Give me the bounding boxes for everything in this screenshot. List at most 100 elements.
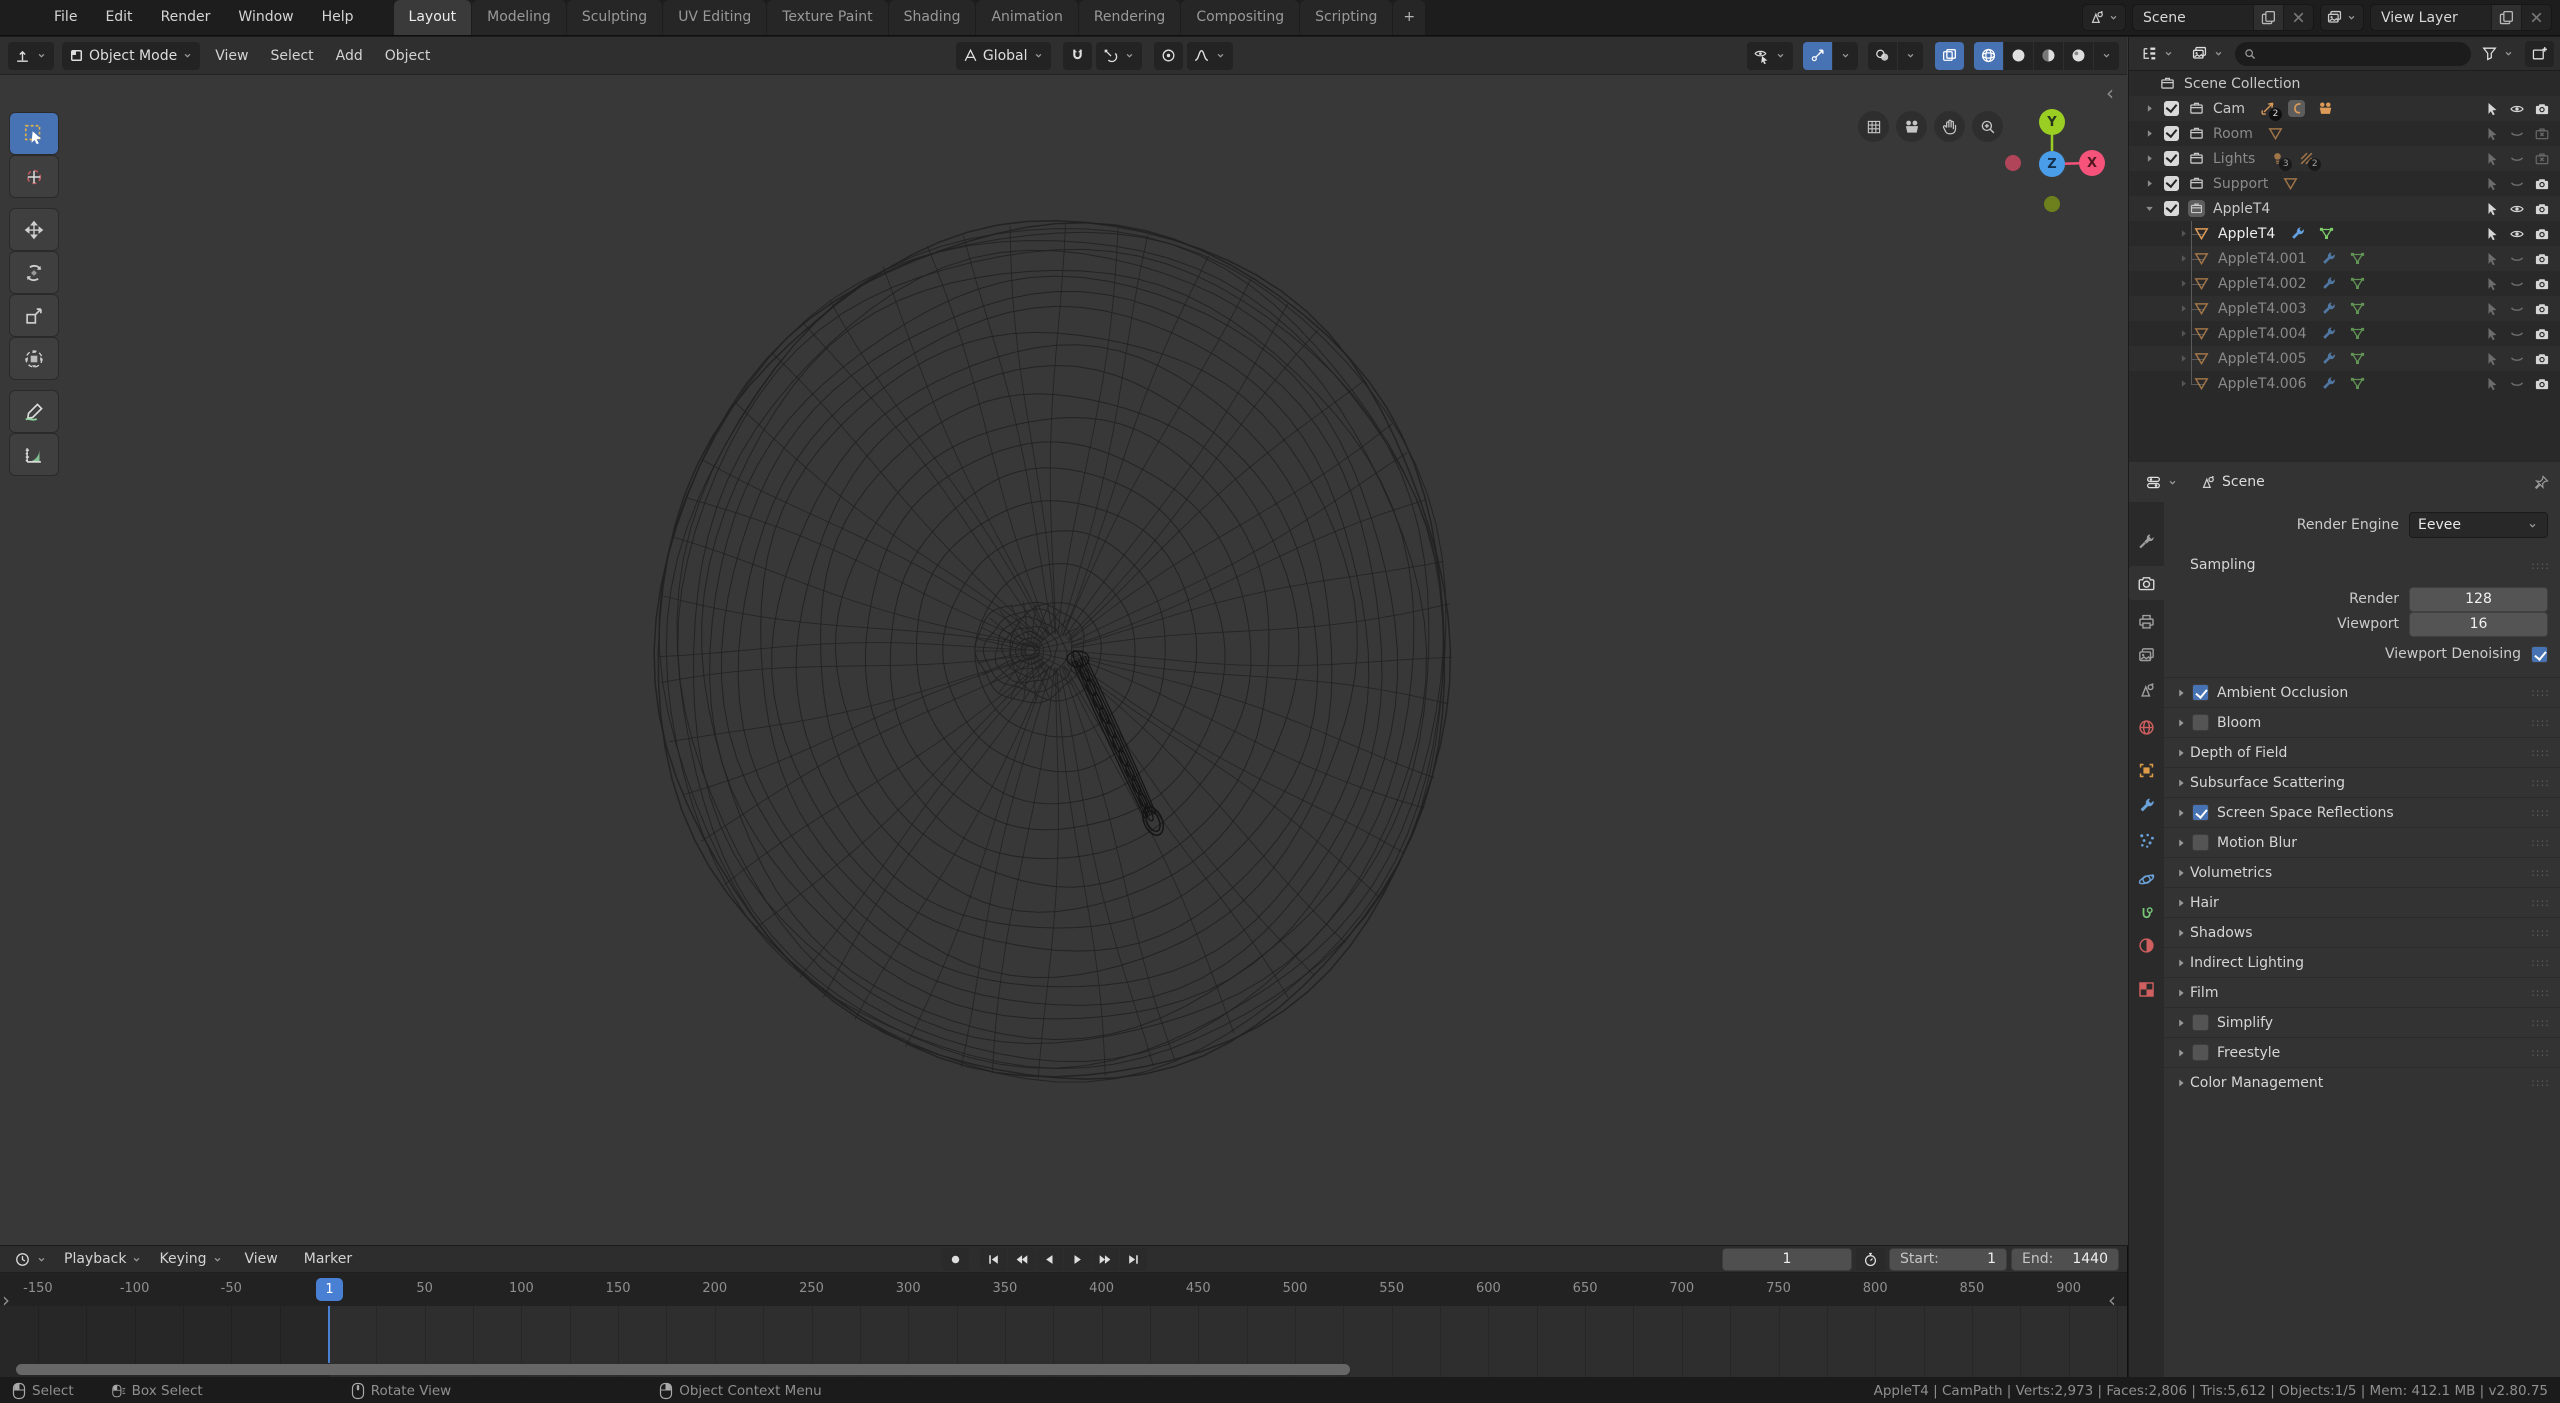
panel-checkbox[interactable] bbox=[2192, 834, 2209, 851]
outliner-row-applet4-006[interactable]: AppleT4.006 bbox=[2129, 371, 2560, 396]
panel-grip-icon[interactable]: :::: bbox=[2531, 926, 2550, 939]
disable-render-toggle[interactable] bbox=[2534, 326, 2550, 342]
shading-wireframe-button[interactable] bbox=[1974, 42, 2003, 70]
panel-grip-icon[interactable]: :::: bbox=[2531, 1016, 2550, 1029]
menu-view[interactable]: View bbox=[234, 1248, 289, 1271]
view-layer-copy-button[interactable] bbox=[2491, 4, 2521, 31]
expand-down-icon[interactable] bbox=[2143, 202, 2157, 215]
view-layer-remove-button[interactable] bbox=[2521, 4, 2551, 31]
panel-subsurface-scattering[interactable]: Subsurface Scattering:::: bbox=[2164, 767, 2560, 797]
workspace-tab-scripting[interactable]: Scripting bbox=[1300, 0, 1392, 35]
record-button[interactable] bbox=[942, 1248, 969, 1271]
sampling-render-field[interactable]: 128 bbox=[2409, 587, 2548, 612]
jump-to-end-button[interactable] bbox=[1120, 1248, 1147, 1271]
scene-copy-button[interactable] bbox=[2253, 4, 2283, 31]
outliner-row-applet4-003[interactable]: AppleT4.003 bbox=[2129, 296, 2560, 321]
selectable-toggle[interactable] bbox=[2484, 326, 2500, 342]
properties-tab-physics[interactable] bbox=[2129, 862, 2164, 896]
panel-screen-space-reflections[interactable]: Screen Space Reflections:::: bbox=[2164, 797, 2560, 827]
hide-viewport-toggle[interactable] bbox=[2509, 176, 2525, 192]
properties-tab-particles[interactable] bbox=[2129, 823, 2164, 857]
collection-checkbox[interactable] bbox=[2164, 176, 2179, 191]
expand-right-icon[interactable] bbox=[2143, 127, 2157, 140]
frame-end-field[interactable]: End: 1440 bbox=[2011, 1248, 2119, 1271]
shading-solid-button[interactable] bbox=[2004, 42, 2033, 70]
play-reverse-button[interactable] bbox=[1036, 1248, 1063, 1271]
selectable-toggle[interactable] bbox=[2484, 376, 2500, 392]
transform-orientation-dropdown[interactable]: Global bbox=[956, 42, 1051, 70]
play-button[interactable] bbox=[1064, 1248, 1091, 1271]
panel-ambient-occlusion[interactable]: Ambient Occlusion:::: bbox=[2164, 677, 2560, 707]
expand-right-icon[interactable] bbox=[2177, 377, 2191, 390]
outliner-search-input[interactable] bbox=[2235, 42, 2471, 66]
sampling-viewport-field[interactable]: 16 bbox=[2409, 612, 2548, 637]
disable-render-toggle[interactable] bbox=[2534, 176, 2550, 192]
viewport-menu-object[interactable]: Object bbox=[374, 42, 442, 70]
workspace-tab-compositing[interactable]: Compositing bbox=[1181, 0, 1299, 35]
properties-tab-world[interactable] bbox=[2129, 710, 2164, 744]
properties-tab-modifiers[interactable] bbox=[2129, 788, 2164, 822]
gizmo-axis-x[interactable]: X bbox=[2079, 150, 2105, 176]
panel-grip-icon[interactable]: :::: bbox=[2531, 806, 2550, 819]
collection-checkbox[interactable] bbox=[2164, 151, 2179, 166]
panel-grip-icon[interactable]: :::: bbox=[2531, 716, 2550, 729]
tool-move-button[interactable] bbox=[10, 209, 58, 250]
selectable-toggle[interactable] bbox=[2484, 126, 2500, 142]
current-frame-field[interactable]: 1 bbox=[1722, 1248, 1852, 1271]
menu-playback[interactable]: Playback bbox=[58, 1248, 149, 1271]
tool-transform-button[interactable] bbox=[10, 338, 58, 379]
outliner-row-room[interactable]: Room bbox=[2129, 121, 2560, 146]
panel-bloom[interactable]: Bloom:::: bbox=[2164, 707, 2560, 737]
panel-grip-icon[interactable]: :::: bbox=[2531, 1076, 2550, 1089]
outliner-row-applet4-004[interactable]: AppleT4.004 bbox=[2129, 321, 2560, 346]
selectable-toggle[interactable] bbox=[2484, 201, 2500, 217]
editor-type-button[interactable] bbox=[8, 42, 54, 70]
timeline-right-toggle-arrow[interactable]: ‹ bbox=[2108, 1288, 2116, 1312]
menu-window[interactable]: Window bbox=[224, 0, 307, 35]
shading-rendered-button[interactable] bbox=[2064, 42, 2093, 70]
scene-unlink-button[interactable] bbox=[2283, 4, 2313, 31]
timeline-scrollbar[interactable] bbox=[16, 1364, 1350, 1375]
navigation-gizmo[interactable]: Y X Z bbox=[1985, 95, 2125, 225]
outliner-row-applet4-005[interactable]: AppleT4.005 bbox=[2129, 346, 2560, 371]
expand-right-icon[interactable] bbox=[2143, 102, 2157, 115]
viewport-denoising-checkbox[interactable] bbox=[2531, 646, 2548, 663]
panel-grip-icon[interactable]: :::: bbox=[2531, 986, 2550, 999]
ortho-grid-button[interactable] bbox=[1858, 111, 1889, 142]
menu-marker[interactable]: Marker bbox=[293, 1248, 363, 1271]
viewport-menu-select[interactable]: Select bbox=[259, 42, 324, 70]
disable-render-toggle[interactable] bbox=[2534, 126, 2550, 142]
proportional-editing-toggle[interactable] bbox=[1154, 42, 1183, 70]
workspace-tab-animation[interactable]: Animation bbox=[976, 0, 1077, 35]
gizmo-axis-x-neg[interactable] bbox=[2005, 155, 2021, 171]
disable-render-toggle[interactable] bbox=[2534, 226, 2550, 242]
panel-film[interactable]: Film:::: bbox=[2164, 977, 2560, 1007]
disable-render-toggle[interactable] bbox=[2534, 201, 2550, 217]
workspace-tab-layout[interactable]: Layout bbox=[394, 0, 472, 35]
gizmo-axis-y[interactable]: Y bbox=[2039, 109, 2065, 135]
properties-tab-texture[interactable] bbox=[2129, 972, 2164, 1006]
panel-color-management[interactable]: Color Management:::: bbox=[2164, 1067, 2560, 1097]
selectable-toggle[interactable] bbox=[2484, 251, 2500, 267]
disable-render-toggle[interactable] bbox=[2534, 301, 2550, 317]
menu-keying[interactable]: Keying bbox=[153, 1248, 229, 1271]
panel-grip-icon[interactable]: :::: bbox=[2531, 1046, 2550, 1059]
workspace-tab-sculpting[interactable]: Sculpting bbox=[567, 0, 662, 35]
outliner-row-applet4[interactable]: AppleT4 bbox=[2129, 221, 2560, 246]
selectable-toggle[interactable] bbox=[2484, 101, 2500, 117]
outliner-filter-dropdown[interactable] bbox=[2475, 41, 2521, 67]
selectable-toggle[interactable] bbox=[2484, 176, 2500, 192]
outliner-row-applet4-002[interactable]: AppleT4.002 bbox=[2129, 271, 2560, 296]
hide-viewport-toggle[interactable] bbox=[2509, 276, 2525, 292]
timeline-editor-type-button[interactable] bbox=[8, 1248, 54, 1271]
hide-viewport-toggle[interactable] bbox=[2509, 151, 2525, 167]
disable-render-toggle[interactable] bbox=[2534, 276, 2550, 292]
properties-tab-constraints[interactable] bbox=[2129, 897, 2164, 931]
workspace-tab-uv-editing[interactable]: UV Editing bbox=[663, 0, 766, 35]
menu-file[interactable]: File bbox=[40, 0, 91, 35]
workspace-tab-shading[interactable]: Shading bbox=[889, 0, 976, 35]
scene-browse-button[interactable] bbox=[2082, 4, 2126, 31]
add-workspace-button[interactable]: + bbox=[1393, 0, 1425, 35]
panel-grip-icon[interactable]: :::: bbox=[2531, 836, 2550, 849]
workspace-tab-texture-paint[interactable]: Texture Paint bbox=[767, 0, 887, 35]
